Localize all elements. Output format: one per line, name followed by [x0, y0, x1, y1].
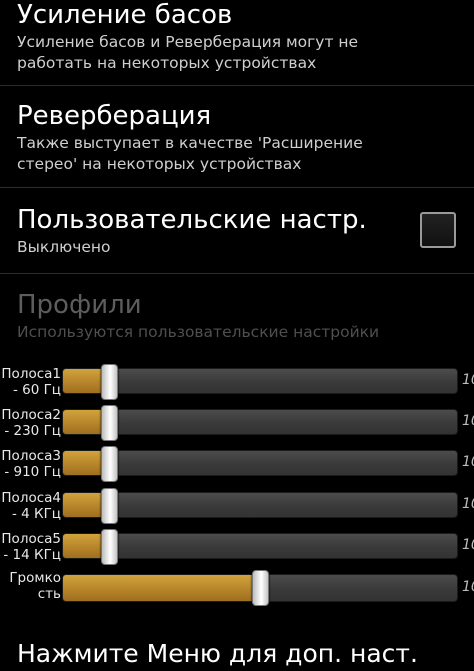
- band-label-line1: Полоса2: [1, 407, 61, 423]
- band-label-line2: - 230 Гц: [4, 423, 61, 439]
- band-label: Полоса3- 910 Гц: [1, 448, 61, 480]
- bass-boost-summary: Усиление басов и Реверберация могут не р…: [17, 32, 474, 74]
- reverb-summary-line1: Также выступает в качестве 'Расширение: [17, 134, 363, 152]
- divider: [0, 273, 474, 274]
- band-slider-track[interactable]: [62, 409, 458, 435]
- band-slider-track[interactable]: [62, 368, 458, 394]
- band-max-label: 10: [462, 537, 474, 553]
- reverb-pref[interactable]: Реверберация Также выступает в качестве …: [0, 101, 474, 175]
- band-label-line2: - 60 Гц: [12, 382, 61, 398]
- band-slider-thumb[interactable]: [101, 405, 119, 441]
- band-slider-thumb[interactable]: [101, 488, 119, 524]
- band-slider-thumb[interactable]: [101, 364, 119, 400]
- band-label-line2: - 4 КГц: [11, 506, 61, 522]
- reverb-summary: Также выступает в качестве 'Расширение с…: [17, 133, 474, 175]
- custom-settings-summary: Выключено: [17, 238, 111, 256]
- bass-boost-summary-line2: работать на некоторых устройствах: [17, 54, 317, 72]
- band-slider-track[interactable]: [62, 533, 458, 559]
- volume-label-line2: сть: [37, 586, 61, 602]
- band-slider-thumb[interactable]: [101, 446, 119, 482]
- menu-hint-text: Нажмите Меню для доп. наст.: [17, 639, 418, 668]
- band-label: Полоса4- 4 КГц: [1, 490, 61, 522]
- band-slider-track[interactable]: [62, 450, 458, 476]
- band-max-label: 10: [462, 372, 474, 388]
- band-label-line2: - 14 КГц: [3, 547, 61, 563]
- reverb-title: Реверберация: [17, 101, 212, 131]
- bass-boost-title: Усиление басов: [17, 0, 233, 30]
- custom-settings-checkbox[interactable]: [420, 212, 456, 248]
- volume-label: Громко сть: [9, 570, 61, 602]
- divider: [0, 85, 474, 86]
- custom-settings-title: Пользовательские настр.: [17, 205, 367, 235]
- profiles-title: Профили: [17, 290, 142, 320]
- band-label: Полоса1- 60 Гц: [1, 366, 61, 398]
- band-label-line1: Полоса5: [1, 531, 61, 547]
- bass-boost-summary-line1: Усиление басов и Реверберация могут не: [17, 33, 359, 51]
- band-label: Полоса5- 14 КГц: [1, 531, 61, 563]
- reverb-summary-line2: стерео' на некоторых устройствах: [17, 155, 302, 173]
- profiles-pref: Профили Используются пользовательские на…: [0, 290, 474, 343]
- bass-boost-pref[interactable]: Усиление басов Усиление басов и Ревербер…: [0, 0, 474, 74]
- band-label-line1: Полоса4: [1, 490, 61, 506]
- profiles-summary: Используются пользовательские настройки: [17, 323, 380, 341]
- band-slider-thumb[interactable]: [101, 529, 119, 565]
- band-max-label: 10: [462, 454, 474, 470]
- band-label-line1: Полоса1: [1, 366, 61, 382]
- volume-slider-fill: [63, 575, 260, 601]
- band-label-line2: - 910 Гц: [4, 464, 61, 480]
- band-label-line1: Полоса3: [1, 448, 61, 464]
- custom-settings-pref[interactable]: Пользовательские настр. Выключено: [0, 205, 474, 258]
- band-label: Полоса2- 230 Гц: [1, 407, 61, 439]
- band-max-label: 10: [462, 496, 474, 512]
- volume-label-line1: Громко: [9, 570, 61, 586]
- band-slider-track[interactable]: [62, 492, 458, 518]
- band-max-label: 10: [462, 413, 474, 429]
- volume-slider-thumb[interactable]: [251, 570, 269, 606]
- divider: [0, 187, 474, 188]
- volume-max-label: 10: [462, 579, 474, 595]
